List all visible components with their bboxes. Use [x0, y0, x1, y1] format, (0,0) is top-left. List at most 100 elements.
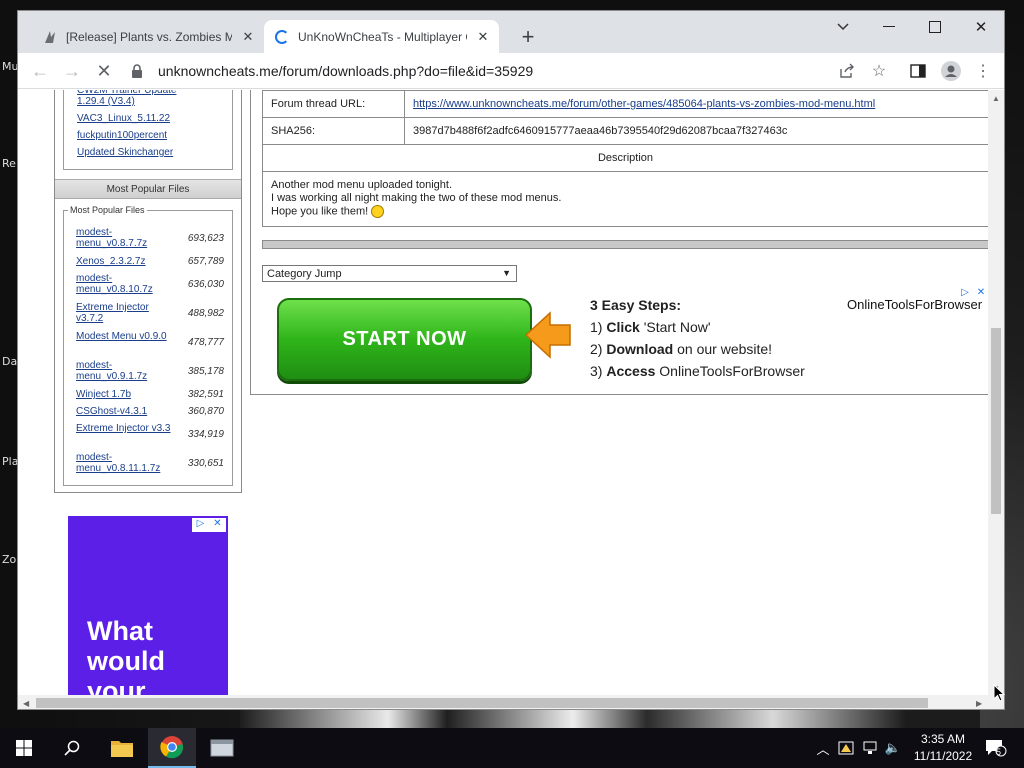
clock-date: 11/11/2022 [913, 749, 973, 763]
menu-kebab-icon[interactable]: ⋮ [972, 60, 994, 82]
scrollbar-thumb[interactable] [36, 698, 928, 708]
window-app-icon [210, 739, 234, 757]
tab-search-chevron-icon[interactable] [820, 11, 866, 43]
scroll-right-arrow-icon[interactable]: ▶ [976, 699, 982, 708]
download-count: 382,591 [187, 389, 224, 400]
chrome-taskbar-button[interactable] [148, 728, 196, 768]
close-ad-icon[interactable]: ✕ [209, 518, 226, 532]
close-ad-icon[interactable]: ✕ [973, 287, 988, 301]
description-body: Another mod menu uploaded tonight. I was… [262, 171, 988, 227]
description-header: Description [262, 144, 988, 172]
tab-unknowncheats[interactable]: UnKnoWnCheaTs - Multiplayer G ✕ [264, 20, 499, 53]
recent-files-box: CW2M Trainer Update 1.29.4 (V3.4) VAC3_L… [63, 90, 233, 170]
forum-thread-label: Forum thread URL: [262, 90, 405, 118]
loading-spinner-icon [274, 29, 290, 45]
desktop-icon-label[interactable]: Da [2, 355, 17, 368]
banner-advertisement[interactable]: START NOW 3 Easy Steps: 1) Click 'Start … [262, 285, 988, 382]
ad-choices-icon[interactable]: ▷ [957, 287, 973, 301]
popular-file-link[interactable]: Xenos_2.3.2.7z [76, 256, 176, 267]
ad-choices-badge[interactable]: ▷ ✕ [957, 287, 988, 301]
main-content: Forum thread URL: https://www.unknownche… [250, 90, 988, 395]
mouse-cursor-icon [993, 684, 1005, 702]
tab-title: UnKnoWnCheaTs - Multiplayer G [298, 29, 467, 44]
sha256-value: 3987d7b488f6f2adfc6460915777aeaa46b73955… [404, 117, 988, 145]
sidebar-file-link[interactable]: Updated Skinchanger [77, 147, 173, 158]
page-viewport: CW2M Trainer Update 1.29.4 (V3.4) VAC3_L… [18, 90, 988, 695]
popular-file-link[interactable]: modest-menu_v0.8.11.1.7z [76, 452, 176, 474]
close-tab-icon[interactable]: ✕ [475, 29, 491, 45]
popular-files-header: Most Popular Files [55, 179, 241, 199]
taskbar: ︿ 🔈 3:35 AM 11/11/2022 5 [0, 728, 1024, 768]
stop-loading-icon[interactable]: ✕ [90, 57, 118, 85]
scroll-left-arrow-icon[interactable]: ◀ [23, 699, 29, 708]
description-line: I was working all night making the two o… [271, 192, 562, 205]
download-count: 334,919 [187, 429, 224, 440]
new-tab-plus-icon[interactable]: + [514, 24, 542, 49]
grin-smiley-icon [371, 205, 385, 219]
steps-title: 3 Easy Steps: [590, 297, 682, 313]
scrollbar-thumb[interactable] [991, 328, 1001, 514]
app-taskbar-button[interactable] [198, 728, 246, 768]
start-now-button[interactable]: START NOW [277, 298, 532, 381]
sidebar-file-link[interactable]: CW2M Trainer Update 1.29.4 (V3.4) [77, 90, 197, 107]
popular-file-link[interactable]: Extreme Injector v3.7.2 [76, 302, 176, 324]
sidebar-file-link[interactable]: fuckputin100percent [77, 130, 167, 141]
popular-file-link[interactable]: Extreme Injector v3.3 [76, 423, 176, 434]
banner-steps: 3 Easy Steps: 1) Click 'Start Now' 2) Do… [590, 294, 850, 382]
browser-window: [Release] Plants vs. Zombies Mod ✕ UnKno… [17, 10, 1005, 710]
back-arrow-icon[interactable]: ← [26, 57, 54, 85]
popular-file-link[interactable]: modest-menu_v0.8.7.7z [76, 227, 176, 249]
table-footer-bar [262, 240, 988, 249]
volume-icon[interactable]: 🔈 [885, 740, 901, 756]
desktop-icon-label[interactable]: Mu [2, 60, 18, 73]
desktop-icon-label[interactable]: Re [2, 157, 16, 170]
ad-choices-badge[interactable]: ▷ ✕ [192, 518, 226, 532]
sidebar-file-link[interactable]: VAC3_Linux_5.11.22 [77, 113, 170, 124]
desktop-icon-label[interactable]: Pla [2, 455, 18, 468]
desktop-icon-label[interactable]: Zo [2, 553, 16, 566]
file-explorer-button[interactable] [98, 728, 146, 768]
vertical-scrollbar[interactable]: ▲ ▼ [988, 90, 1004, 695]
search-button[interactable] [48, 728, 96, 768]
minimize-icon[interactable] [866, 11, 912, 43]
sidebar-advertisement[interactable]: ▷ ✕ What would your [68, 516, 228, 695]
tab-plants-vs-zombies[interactable]: [Release] Plants vs. Zombies Mod ✕ [32, 20, 264, 53]
system-clock[interactable]: 3:35 AM 11/11/2022 [908, 731, 978, 765]
lock-icon[interactable] [128, 62, 146, 80]
popular-file-link[interactable]: modest-menu_v0.8.10.7z [76, 273, 176, 295]
ad-headline[interactable]: What would your [87, 616, 227, 695]
bookmark-star-icon[interactable]: ☆ [868, 60, 890, 82]
step-1: 1) Click 'Start Now' [590, 319, 711, 335]
scroll-up-arrow-icon[interactable]: ▲ [992, 94, 1000, 103]
url-text[interactable]: unknowncheats.me/forum/downloads.php?do=… [158, 63, 533, 79]
side-panel-icon[interactable] [907, 60, 929, 82]
forward-arrow-icon[interactable]: → [58, 57, 86, 85]
close-tab-icon[interactable]: ✕ [240, 29, 256, 45]
popular-file-link[interactable]: CSGhost-v4.3.1 [76, 406, 176, 417]
chrome-icon [160, 736, 184, 759]
close-window-icon[interactable]: ✕ [958, 11, 1004, 43]
table-row: Description [262, 144, 988, 172]
profile-avatar-icon[interactable] [940, 60, 962, 82]
category-jump-select[interactable]: Category Jump ▼ [262, 265, 517, 282]
step-2: 2) Download on our website! [590, 341, 773, 357]
maximize-icon[interactable] [912, 11, 958, 43]
ad-choices-icon[interactable]: ▷ [192, 518, 209, 532]
step-3: 3) Access OnlineToolsForBrowser [590, 363, 805, 379]
description-line: Another mod menu uploaded tonight. [271, 179, 453, 192]
chevron-up-icon[interactable]: ︿ [815, 740, 831, 757]
network-icon[interactable] [862, 740, 878, 756]
popular-file-link[interactable]: Winject 1.7b [76, 389, 176, 400]
file-info-table: Forum thread URL: https://www.unknownche… [262, 90, 988, 227]
security-warning-icon[interactable] [838, 740, 854, 756]
popular-file-link[interactable]: Modest Menu v0.9.0 [76, 331, 176, 342]
popular-file-link[interactable]: modest-menu_v0.9.1.7z [76, 360, 176, 382]
start-button[interactable] [0, 728, 48, 768]
forum-favicon-icon [42, 29, 58, 45]
table-row: Forum thread URL: https://www.unknownche… [262, 90, 988, 118]
table-row: Another mod menu uploaded tonight. I was… [262, 171, 988, 227]
forum-thread-link[interactable]: https://www.unknowncheats.me/forum/other… [413, 98, 875, 110]
horizontal-scrollbar[interactable]: ◀ ▶ [18, 695, 1004, 709]
popular-files-legend: Most Popular Files [68, 205, 147, 215]
share-icon[interactable] [836, 60, 858, 82]
